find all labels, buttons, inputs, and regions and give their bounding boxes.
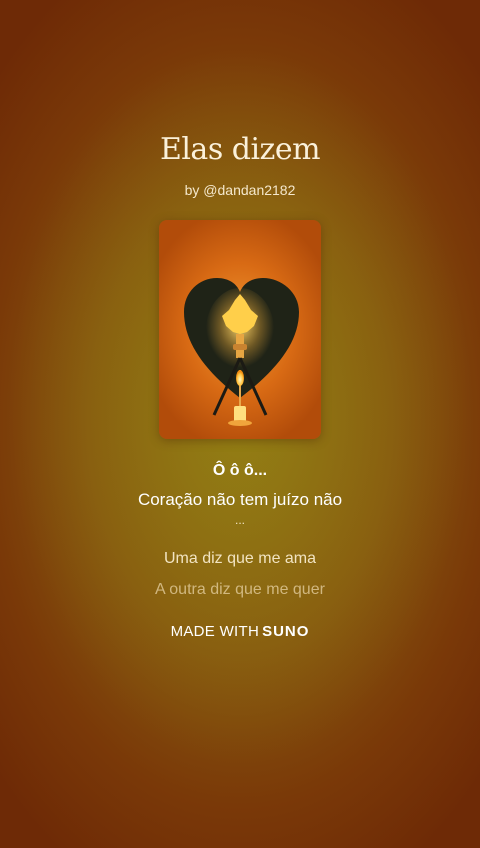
made-with-badge[interactable]: MADE WITH SUNO [0,623,480,640]
cover-art [159,220,321,439]
lyric-line-upcoming: A outra diz que me quer [155,581,325,598]
lyric-line-next: Uma diz que me ama [163,550,317,567]
brand-logo: SUNO [262,623,310,640]
heart-candle-artwork-icon [184,278,299,426]
artist-byline[interactable]: by @dandan2182 [0,182,480,198]
lyrics-screen: Elas dizem by @dandan2182 Ô ô ô... Coraç… [0,0,480,848]
lyric-line-previous: Ô ô ô... [212,462,268,479]
song-title: Elas dizem [159,132,321,167]
lyric-line-current: Coração não tem juízo não [137,490,343,509]
made-with-label: MADE WITH [170,623,260,640]
lyric-line-ellipsis: ... [234,513,245,527]
